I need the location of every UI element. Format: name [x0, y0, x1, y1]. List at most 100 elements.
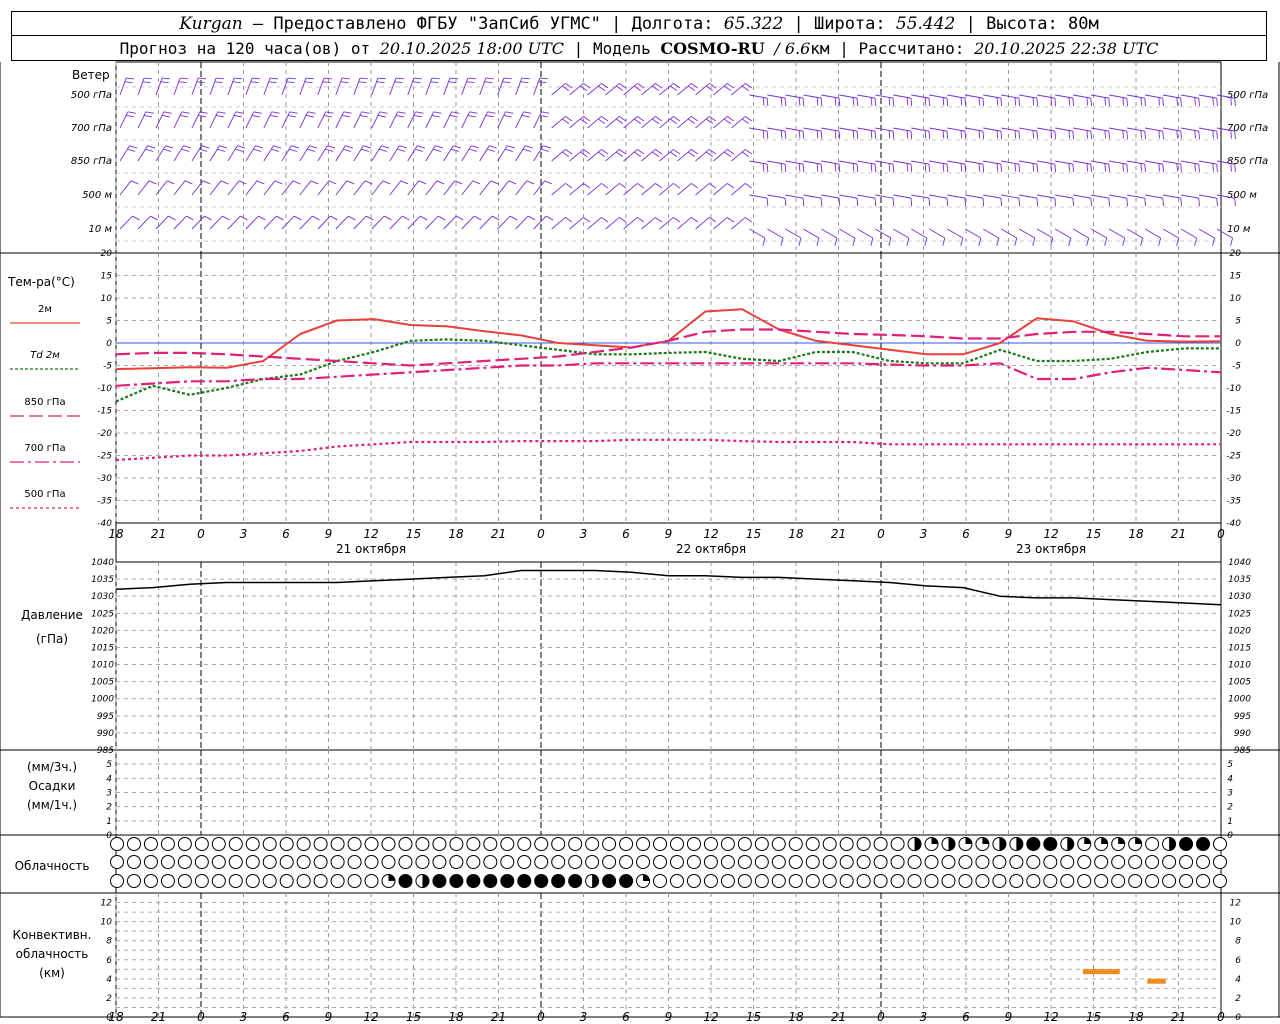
wind-barb-staff	[947, 94, 966, 99]
wind-barb	[1054, 228, 1072, 246]
wind-barb-flag	[394, 81, 403, 83]
cloud-circle	[330, 874, 345, 888]
x-tick-label: 18	[788, 1010, 804, 1024]
x-tick-label: 15	[1086, 527, 1101, 541]
wind-barb-flag	[856, 98, 859, 107]
wind-barb	[983, 194, 1003, 207]
wind-barb-staff	[1127, 194, 1145, 199]
wind-barb-flag	[1000, 198, 1003, 207]
wind-barb-flag	[199, 148, 208, 152]
wind-barb-staff	[785, 94, 804, 99]
wind-barb-flag	[601, 183, 609, 189]
cloud-symbol	[924, 874, 939, 888]
wind-barb-staff	[785, 160, 804, 165]
wind-barb-flag	[1140, 163, 1143, 172]
wind-barb	[785, 94, 805, 107]
wind-barb-flag	[1180, 198, 1182, 207]
wind-barb	[839, 228, 856, 246]
cloud-symbol	[177, 855, 192, 869]
pressure-tick-right: 1030	[1228, 592, 1251, 602]
wind-barb	[335, 111, 352, 129]
wind-barb-flag	[521, 77, 530, 80]
wind-barb-staff	[587, 149, 602, 162]
wind-barb-flag	[469, 111, 478, 114]
wind-barb	[173, 180, 193, 196]
wind-barb-staff	[677, 217, 692, 230]
cloud-circle	[177, 837, 192, 851]
cloud-circle	[1111, 855, 1126, 869]
wind-barb-flag	[345, 145, 354, 149]
wind-barb-flag	[910, 164, 913, 173]
cloud-circle	[449, 837, 464, 851]
wind-barb	[767, 160, 787, 173]
wind-barb-staff	[551, 116, 566, 129]
wind-barb	[353, 180, 373, 196]
wind-barb-flag	[126, 77, 135, 80]
wind-barb	[965, 194, 985, 207]
cloud-circle	[669, 874, 684, 888]
wind-barb-flag	[762, 163, 765, 172]
wind-barb	[713, 183, 735, 196]
cloud-symbol	[534, 855, 549, 869]
wind-barb-flag	[343, 111, 352, 114]
cloud-symbol	[194, 837, 209, 851]
cloud-circle	[1179, 837, 1194, 851]
cloud-circle	[1128, 874, 1143, 888]
wind-barb-flag	[802, 131, 805, 140]
wind-barb-flag	[910, 198, 913, 207]
cloud-circle	[1060, 874, 1075, 888]
wind-barb	[461, 180, 481, 196]
wind-barb-staff	[389, 215, 403, 230]
date-label: 21 октября	[336, 542, 406, 556]
cloud-circle	[754, 855, 769, 869]
wind-barb-flag	[726, 183, 735, 189]
cloud-circle	[517, 837, 532, 851]
cloud-circle	[856, 874, 871, 888]
legend-label: 850 гПа	[24, 397, 65, 408]
cloud-symbol	[788, 837, 803, 851]
temp-title: Тем-ра(°C)	[8, 275, 75, 289]
cloud-symbol	[347, 855, 362, 869]
cloud-symbol	[1111, 837, 1126, 851]
cloud-symbol	[975, 837, 990, 851]
x-tick-label: 15	[746, 527, 761, 541]
wind-barb-staff	[227, 180, 240, 196]
wind-barb-flag	[1086, 130, 1089, 139]
wind-barb	[209, 215, 230, 230]
wind-barb-staff	[1037, 94, 1055, 99]
wind-barb-flag	[215, 114, 224, 118]
cloud-circle	[330, 837, 345, 851]
wind-barb	[515, 180, 535, 196]
wind-barb-flag	[637, 116, 645, 122]
cloud-circle	[1162, 855, 1177, 869]
x-tick-label: 9	[665, 1010, 673, 1024]
wind-barb-flag	[430, 81, 439, 83]
pressure-tick-left: 1040	[91, 558, 114, 568]
wind-barb	[587, 183, 609, 196]
wind-barb-flag	[874, 131, 877, 140]
wind-barb-staff	[209, 180, 222, 196]
cloud-circle	[975, 855, 990, 869]
wind-barb	[839, 127, 859, 140]
wind-barb-flag	[906, 97, 909, 106]
wind-barb	[353, 111, 370, 129]
wind-barb-flag	[346, 180, 355, 185]
wind-barb-flag	[341, 77, 350, 80]
wind-barb-flag	[184, 180, 193, 185]
wind-barb-flag	[363, 145, 372, 149]
wind-barb-flag	[222, 215, 230, 221]
wind-barb-flag	[129, 145, 138, 149]
wind-barb-flag	[1054, 164, 1057, 173]
cloud-symbol	[839, 837, 854, 851]
wind-barb-flag	[762, 97, 765, 106]
cloud-circle	[194, 874, 209, 888]
wind-barb-flag	[651, 151, 660, 157]
wind-barb-staff	[983, 94, 1002, 99]
cloud-symbol	[1179, 837, 1194, 851]
wind-barb	[857, 94, 877, 107]
x-tick-label: 3	[580, 1010, 588, 1024]
cloud-circle	[907, 874, 922, 888]
cloud-symbol	[992, 837, 1007, 851]
pressure-tick-left: 985	[97, 746, 114, 756]
wind-barb-flag	[616, 151, 624, 157]
